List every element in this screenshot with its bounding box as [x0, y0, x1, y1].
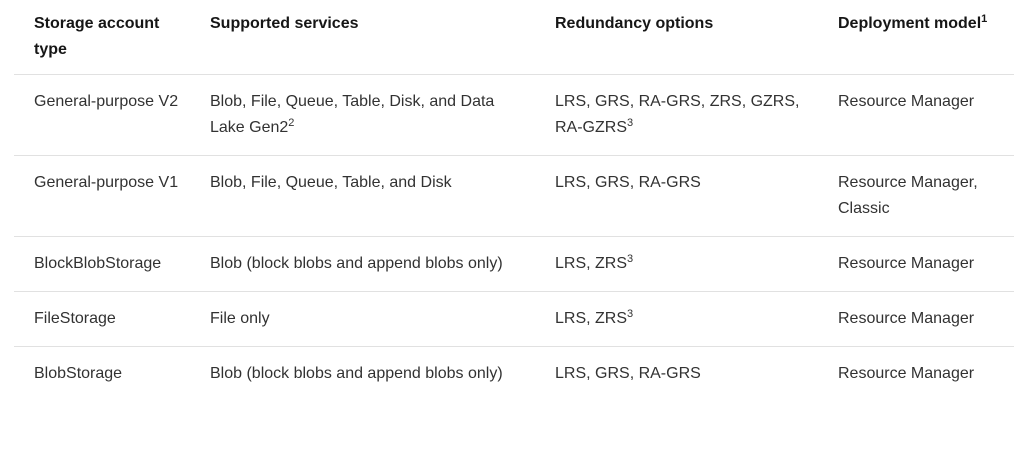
table-body: General-purpose V2 Blob, File, Queue, Ta…	[14, 74, 1014, 402]
table-header: Storage account type Supported services …	[14, 0, 1014, 75]
table-row: General-purpose V1 Blob, File, Queue, Ta…	[14, 155, 1014, 237]
header-supported-services: Supported services	[190, 0, 535, 75]
cell-account-type: FileStorage	[14, 291, 190, 347]
cell-account-type: BlobStorage	[34, 365, 123, 382]
footnote-marker: 3	[627, 117, 634, 129]
header-deployment-model: Deployment model1	[818, 0, 1014, 75]
storage-account-types-table: Storage account type Supported services …	[14, 0, 1014, 401]
cell-supported-services: File only	[190, 291, 535, 347]
cell-deployment-model: Resource Manager	[818, 291, 1014, 347]
cell-deployment-model: Resource Manager	[818, 74, 1014, 156]
table-row: FileStorage File only LRS, ZRS3 Resource…	[14, 291, 1014, 347]
header-row: Storage account type Supported services …	[14, 0, 1014, 75]
cell-deployment-model: Resource Manager	[838, 365, 975, 382]
cell-redundancy-options: LRS, ZRS3	[535, 236, 818, 292]
table-row: BlockBlobStorage Blob (block blobs and a…	[14, 236, 1014, 292]
footnote-marker: 3	[627, 253, 634, 265]
footnote-marker: 1	[981, 13, 988, 25]
cell-supported-services: Blob, File, Queue, Table, Disk, and Data…	[190, 74, 535, 156]
cell-supported-services: Blob (block blobs and append blobs only)	[210, 365, 503, 382]
cell-redundancy-options: LRS, ZRS3	[535, 291, 818, 347]
cell-account-type: General-purpose V2	[14, 74, 190, 156]
cell-deployment-model: Resource Manager, Classic	[818, 155, 1014, 237]
footnote-marker: 2	[288, 117, 295, 129]
cell-supported-services: Blob (block blobs and append blobs only)	[190, 236, 535, 292]
cell-account-type: General-purpose V1	[14, 155, 190, 237]
cell-redundancy-options: LRS, GRS, RA-GRS	[555, 365, 701, 382]
cell-redundancy-options: LRS, GRS, RA-GRS	[535, 155, 818, 237]
cell-redundancy-options: LRS, GRS, RA-GRS, ZRS, GZRS, RA-GZRS3	[535, 74, 818, 156]
cell-deployment-model: Resource Manager	[818, 236, 1014, 292]
cell-account-type: BlockBlobStorage	[14, 236, 190, 292]
cell-supported-services: Blob, File, Queue, Table, and Disk	[190, 155, 535, 237]
table-row: BlobStorage Blob (block blobs and append…	[14, 347, 1014, 402]
header-storage-account-type: Storage account type	[14, 0, 190, 75]
header-redundancy-options: Redundancy options	[535, 0, 818, 75]
table-row: General-purpose V2 Blob, File, Queue, Ta…	[14, 74, 1014, 156]
footnote-marker: 3	[627, 308, 634, 320]
